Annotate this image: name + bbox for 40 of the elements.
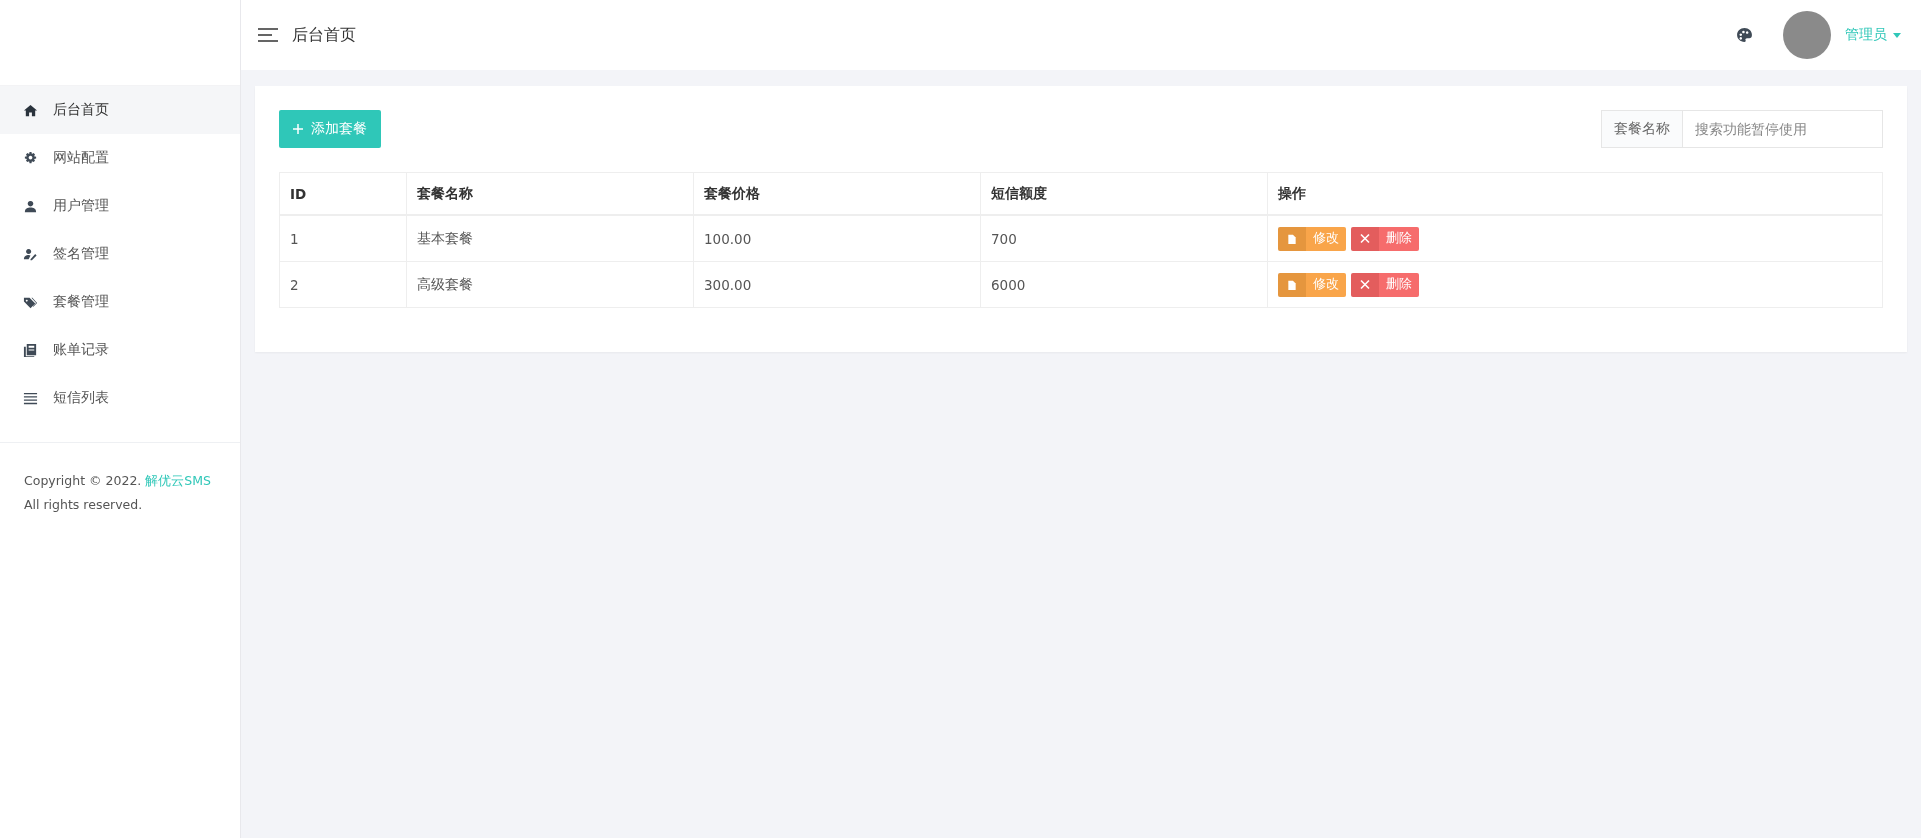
sidebar-item[interactable]: 短信列表 (0, 374, 240, 422)
document-icon (1287, 233, 1297, 244)
caret-icon (1893, 32, 1901, 38)
home-icon (23, 102, 38, 118)
table-cell: 2 (279, 261, 407, 308)
column-header: ID (279, 172, 407, 215)
column-header: 短信额度 (980, 172, 1268, 215)
table-cell: 1 (279, 215, 407, 262)
book-icon (23, 342, 38, 358)
sidebar-item[interactable]: 账单记录 (0, 326, 240, 374)
rights-text: All rights reserved. (24, 496, 144, 514)
column-header: 套餐名称 (406, 172, 694, 215)
sidebar-item[interactable]: 签名管理 (0, 230, 240, 278)
search-field[interactable]: 搜索功能暂停使用 (1683, 110, 1883, 148)
plus-icon (293, 124, 303, 134)
document-icon (1287, 279, 1297, 290)
table-cell: 100.00 (693, 215, 981, 262)
sidebar-item[interactable]: 用户管理 (0, 182, 240, 230)
user-icon (23, 198, 38, 214)
table-cell: 高级套餐 (406, 261, 694, 308)
column-header: 操作 (1267, 172, 1883, 215)
close-icon (1360, 233, 1370, 244)
page-title: 后台首页 (292, 24, 356, 46)
user-pen-icon (23, 246, 38, 262)
menu-icon[interactable] (258, 27, 280, 43)
palette-icon[interactable] (1736, 26, 1753, 44)
sidebar-item[interactable]: 网站配置 (0, 134, 240, 182)
copyright-text: Copyright © 2022. (24, 473, 142, 488)
gear-icon (23, 150, 38, 166)
avatar-placeholder[interactable] (1783, 11, 1831, 59)
sidebar-item[interactable]: 套餐管理 (0, 278, 240, 326)
sidebar-item[interactable]: 后台首页 (0, 86, 240, 134)
list-icon (23, 390, 38, 406)
table-cell: 6000 (980, 261, 1268, 308)
table-cell: 基本套餐 (406, 215, 694, 262)
table-cell: 300.00 (693, 261, 981, 308)
column-header: 套餐价格 (693, 172, 981, 215)
search-label: 套餐名称 (1601, 110, 1683, 148)
close-icon (1360, 279, 1370, 290)
table-cell: 700 (980, 215, 1268, 262)
